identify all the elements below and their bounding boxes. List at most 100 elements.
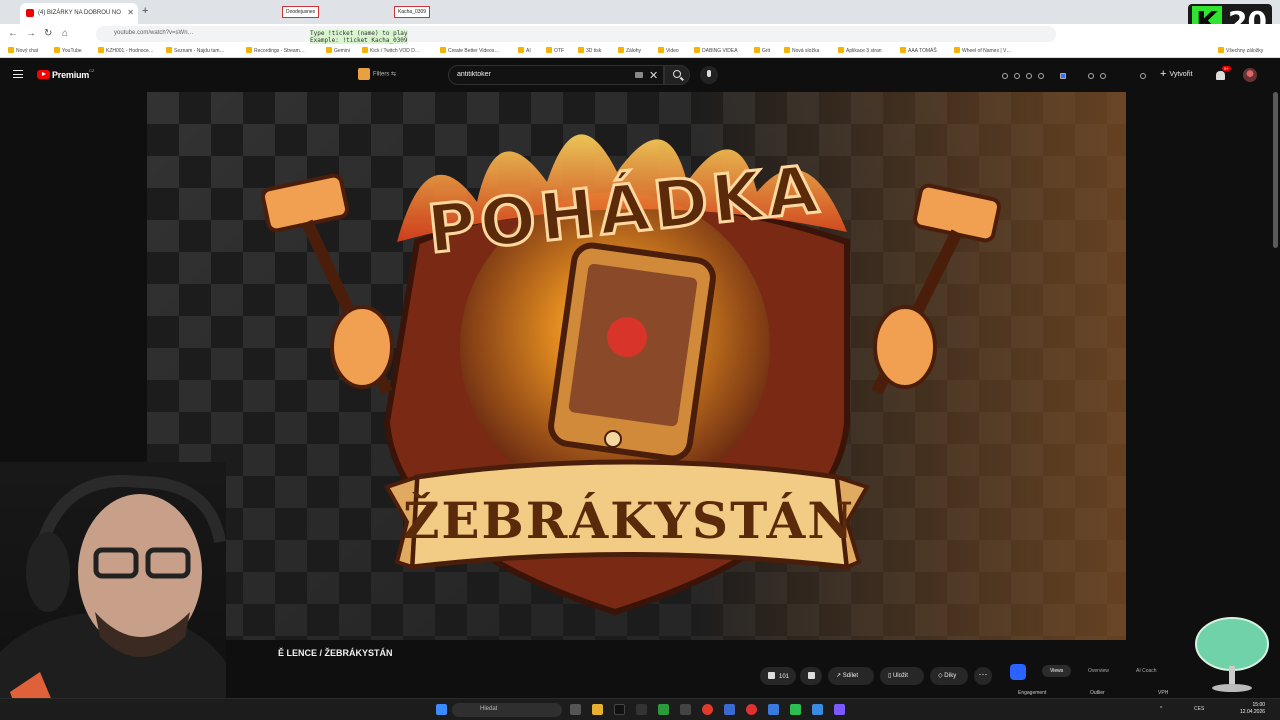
bookmark-item[interactable]: Recordings - Stream… [246, 47, 305, 54]
tab-views[interactable]: Views [1042, 665, 1072, 677]
bookmark-item[interactable]: Grit [754, 47, 770, 54]
tab-ai-coach[interactable]: AI Coach [1136, 668, 1157, 674]
bookmark-item[interactable]: YouTube [54, 47, 82, 54]
extension-icon[interactable] [1038, 73, 1044, 79]
app-icon[interactable] [790, 704, 801, 715]
bookmark-item[interactable]: OTF [546, 47, 564, 54]
bookmark-item[interactable]: Wheel of Names | V… [954, 47, 1011, 54]
app-icon[interactable] [768, 704, 779, 715]
create-button[interactable]: + Vytvořit [1160, 68, 1193, 80]
extension-icon[interactable] [1002, 73, 1008, 79]
chrome-icon[interactable] [702, 704, 713, 715]
task-view-icon[interactable] [570, 704, 581, 715]
youtube-premium-text[interactable]: Premium [52, 70, 89, 80]
app-icon[interactable] [680, 704, 691, 715]
app-icon[interactable] [724, 704, 735, 715]
tray-chevron-icon[interactable]: ^ [1160, 706, 1162, 712]
bookmark-item[interactable]: Video [658, 47, 679, 54]
bookmark-item[interactable]: Nový chat [8, 47, 38, 54]
app-icon[interactable] [636, 704, 647, 715]
stream-overlay-instructions: Type !ticket (name) to play Example: !ti… [310, 30, 408, 44]
more-actions-icon[interactable]: ⋯ [974, 667, 992, 685]
search-box: ✕ [448, 65, 664, 85]
page-scrollbar[interactable] [1273, 92, 1278, 698]
extension-icon[interactable] [1088, 73, 1094, 79]
youtube-logo-icon[interactable] [37, 70, 50, 79]
streamer-webcam [0, 462, 226, 720]
search-icon [673, 70, 681, 78]
extension-icon[interactable] [1100, 73, 1106, 79]
analytics-extension-panel: Views Overview AI Coach Engagement Outli… [1004, 660, 1194, 700]
like-count: 101 [779, 674, 790, 680]
save-button[interactable]: ▯ Uložit [880, 667, 924, 685]
search-input[interactable] [457, 71, 627, 78]
voice-search-icon[interactable] [700, 66, 718, 84]
bookmark-item[interactable]: Seznam - Najdu tam… [166, 47, 225, 54]
sub-engagement[interactable]: Engagement [1018, 690, 1046, 696]
home-icon[interactable]: ⌂ [62, 28, 68, 39]
sub-outlier[interactable]: Outlier [1090, 690, 1105, 696]
streamer-figure [0, 474, 226, 720]
sub-vph[interactable]: VPH [1158, 690, 1168, 696]
file-explorer-icon[interactable] [592, 704, 603, 715]
create-label: Vytvořit [1169, 71, 1193, 78]
selfie-stick-left-icon [260, 173, 394, 395]
tab-overview[interactable]: Overview [1088, 668, 1109, 674]
extension-icon[interactable] [1060, 73, 1066, 79]
filters-button[interactable]: Filters ⇆ [358, 68, 396, 80]
video-player[interactable]: POHÁDKA ŽEBRÁKYSTÁN [147, 92, 1126, 640]
omnibox[interactable]: youtube.com/watch?v=sWn… [96, 26, 1056, 42]
app-icon[interactable] [812, 704, 823, 715]
plus-icon: + [1160, 68, 1167, 80]
reload-icon[interactable]: ↻ [44, 28, 52, 39]
dislike-button[interactable] [800, 667, 822, 685]
back-icon[interactable]: ← [8, 28, 18, 39]
keyboard-icon[interactable] [635, 72, 643, 78]
bookmark-item[interactable]: Create Better Videos… [440, 47, 499, 54]
bookmark-item[interactable]: Nová složka [784, 47, 819, 54]
scrollbar-thumb[interactable] [1273, 92, 1278, 248]
notifications-icon[interactable] [1216, 71, 1225, 80]
opera-icon[interactable] [746, 704, 757, 715]
bookmark-item[interactable]: AAA TOMÁŠ [900, 47, 937, 54]
avatar[interactable] [1243, 68, 1257, 82]
extension-icon[interactable] [1014, 73, 1020, 79]
bookmark-item[interactable]: DABING VIDEA [694, 47, 738, 54]
browser-tab-bar: (4) BIZÁRKY NA DOBROU NO ✕ + Doodejusnes… [0, 0, 1280, 24]
like-button[interactable]: 101 [760, 667, 796, 685]
settings-icon[interactable] [1140, 73, 1146, 79]
bookmark-item[interactable]: Zálohy [618, 47, 641, 54]
thanks-label: Díky [944, 673, 957, 679]
menu-icon[interactable] [13, 70, 23, 78]
youtube-header: Premium CZ Filters ⇆ ✕ +Vytvořit 9+ [0, 58, 1280, 92]
bookmark-item[interactable]: 3D tisk [578, 47, 601, 54]
bookmark-item[interactable]: Gemini [326, 47, 350, 54]
start-icon[interactable] [436, 704, 447, 715]
tiktok-icon[interactable] [614, 704, 625, 715]
taskbar-search[interactable]: Hledat [452, 703, 562, 717]
notifications-badge: 9+ [1222, 66, 1231, 71]
bookmark-item[interactable]: AI [518, 47, 531, 54]
share-button[interactable]: ↗ Sdílet [828, 667, 874, 685]
bookmark-item[interactable]: Aplikace 3 stran [838, 47, 882, 54]
phone-button [604, 430, 622, 448]
windows-taskbar: Hledat ^ CES 15:00 12.04.2026 [0, 698, 1280, 720]
url-text: youtube.com/watch?v=sWn… [114, 30, 194, 36]
new-tab-icon[interactable]: + [142, 5, 148, 17]
language-indicator[interactable]: CES [1194, 706, 1204, 712]
close-tab-icon[interactable]: ✕ [127, 8, 134, 17]
bookmark-item[interactable]: KZH001 - Hodnoce… [98, 47, 154, 54]
clock[interactable]: 15:00 12.04.2026 [1240, 702, 1265, 716]
headphones-ear [26, 532, 70, 612]
thanks-button[interactable]: ◇ Díky [930, 667, 968, 685]
forward-icon[interactable]: → [26, 28, 36, 39]
browser-tab-active[interactable]: (4) BIZÁRKY NA DOBROU NO ✕ [20, 3, 138, 24]
all-bookmarks[interactable]: Všechny záložky [1218, 47, 1263, 54]
search-button[interactable] [664, 65, 690, 85]
extension-icon[interactable] [1026, 73, 1032, 79]
clear-search-icon[interactable]: ✕ [649, 69, 658, 82]
overlay-line-1: Type !ticket (name) to play [310, 30, 408, 37]
app-icon[interactable] [834, 704, 845, 715]
xbox-icon[interactable] [658, 704, 669, 715]
bookmark-item[interactable]: Kick / Twitch VOD D… [362, 47, 420, 54]
